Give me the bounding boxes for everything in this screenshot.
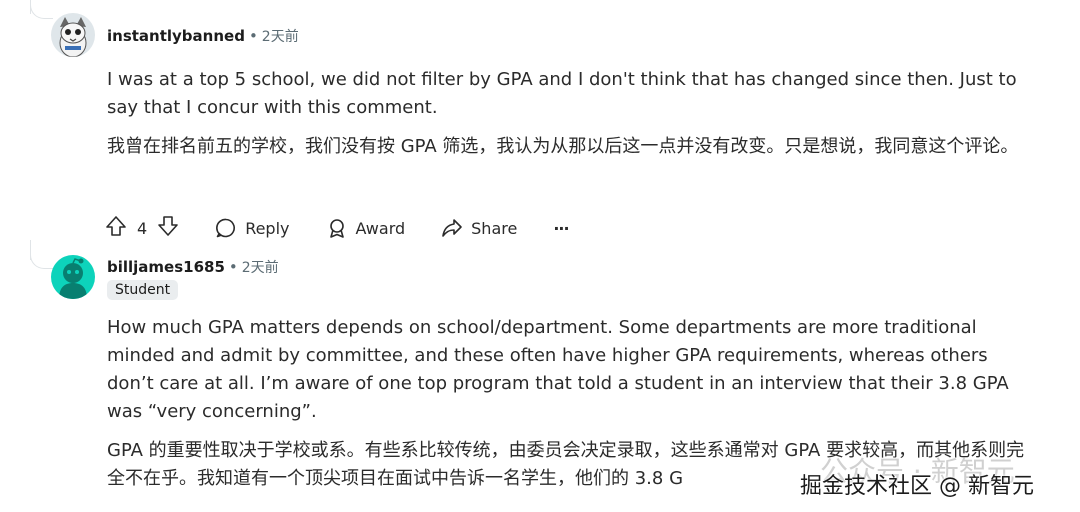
more-options-button[interactable]: ··· [553,218,569,238]
thread-connector [30,0,53,19]
avatar[interactable] [51,255,95,299]
avatar[interactable] [51,13,95,57]
share-button[interactable]: Share [441,217,517,239]
author-name[interactable]: billjames1685 [107,258,225,276]
vote-count: 4 [137,218,148,238]
downvote-icon[interactable] [157,215,179,241]
comment-meta: instantlybanned • 2天前 [107,26,299,46]
thread-connector [30,250,53,269]
comment-icon [215,217,237,239]
timestamp[interactable]: 2天前 [242,260,279,276]
reply-label: Reply [245,218,290,238]
comment-body-english: How much GPA matters depends on school/d… [107,317,1009,422]
award-icon [326,217,348,239]
upvote-icon[interactable] [105,215,127,241]
more-icon: ··· [553,218,569,238]
vote-controls: 4 [105,215,179,241]
share-icon [441,217,463,239]
timestamp[interactable]: 2天前 [262,29,299,45]
award-label: Award [355,218,406,238]
award-button[interactable]: Award [326,217,406,239]
user-flair-badge: Student [107,280,179,300]
watermark: 掘金技术社区 @ 新智元 [800,474,1034,499]
comment-meta: billjames1685 • 2天前 [107,257,279,277]
separator-dot: • [248,27,258,45]
share-label: Share [471,218,518,238]
comment-body-english: I was at a top 5 school, we did not filt… [107,69,1017,118]
author-name[interactable]: instantlybanned [107,27,245,45]
reply-button[interactable]: Reply [215,217,290,239]
separator-dot: • [228,258,238,276]
comment-body-chinese: 我曾在排名前五的学校，我们没有按 GPA 筛选，我认为从那以后这一点并没有改变。… [107,136,1019,157]
comment-actions: 4 Reply Award Share ··· [105,212,605,244]
